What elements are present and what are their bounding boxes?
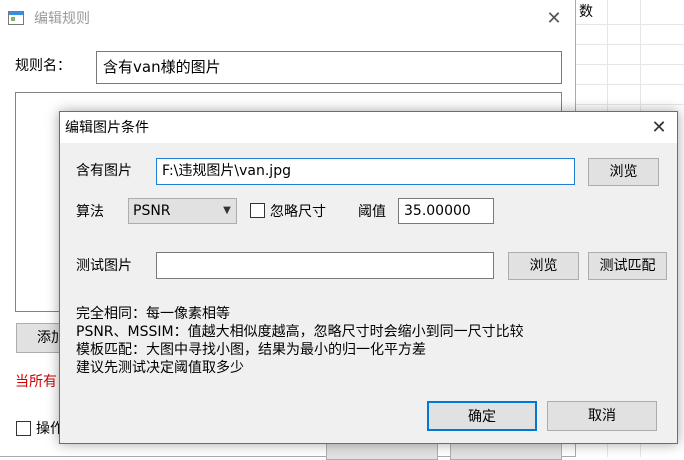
image-dialog-title: 编辑图片条件 (65, 120, 149, 136)
threshold-label: 阈值 (358, 204, 386, 220)
warning-text: 当所有 (15, 374, 57, 390)
help-line: PSNR、MSSIM：值越大相似度越高，忽略尺寸时会缩小到同一尺寸比较 (76, 324, 524, 340)
browse-button[interactable]: 浏览 (588, 158, 659, 186)
test-image-label: 测试图片 (76, 258, 132, 274)
grid-line (575, 64, 684, 65)
help-text: 完全相同：每一像素相等 PSNR、MSSIM：值越大相似度越高，忽略尺寸时会缩小… (76, 305, 524, 377)
ok-button[interactable]: 确定 (427, 401, 537, 431)
rule-dialog-title: 编辑规则 (34, 11, 90, 27)
ignore-size-label: 忽略尺寸 (270, 204, 326, 220)
edit-image-condition-dialog: 编辑图片条件 ✕ 含有图片 F:\违规图片\van.jpg 浏览 算法 PSNR… (59, 111, 678, 444)
close-icon[interactable]: ✕ (645, 115, 673, 141)
help-line: 完全相同：每一像素相等 (76, 306, 230, 322)
window-app-icon (8, 11, 24, 25)
algorithm-label: 算法 (76, 204, 104, 220)
image-dialog-titlebar[interactable]: 编辑图片条件 ✕ (60, 112, 677, 143)
chevron-down-icon[interactable]: ▼ (219, 199, 235, 223)
threshold-input[interactable]: 35.00000 (398, 198, 494, 224)
operation-checkbox[interactable] (16, 421, 31, 436)
algorithm-select-value: PSNR (133, 203, 171, 219)
grid-line (575, 84, 684, 85)
test-browse-button[interactable]: 浏览 (508, 252, 579, 280)
help-line: 建议先测试决定阈值取多少 (76, 360, 244, 376)
help-line: 模板匹配：大图中寻找小图，结果为最小的归一化平方差 (76, 342, 426, 358)
contain-image-input[interactable]: F:\违规图片\van.jpg (156, 158, 575, 185)
grid-line (575, 24, 684, 25)
test-match-button[interactable]: 测试匹配 (588, 252, 667, 280)
grid-line (575, 104, 684, 105)
grid-line (575, 44, 684, 45)
test-image-input[interactable] (156, 252, 494, 279)
rule-name-label: 规则名： (15, 58, 71, 74)
rule-name-input[interactable]: 含有van様的图片 (96, 51, 562, 84)
ignore-size-checkbox[interactable] (250, 203, 265, 218)
column-header: 数 (579, 4, 593, 20)
contain-image-label: 含有图片 (76, 163, 132, 179)
close-icon[interactable]: ✕ (540, 6, 568, 32)
cancel-button[interactable]: 取消 (547, 401, 657, 431)
rule-dialog-titlebar[interactable]: 编辑规则 ✕ (0, 0, 575, 38)
